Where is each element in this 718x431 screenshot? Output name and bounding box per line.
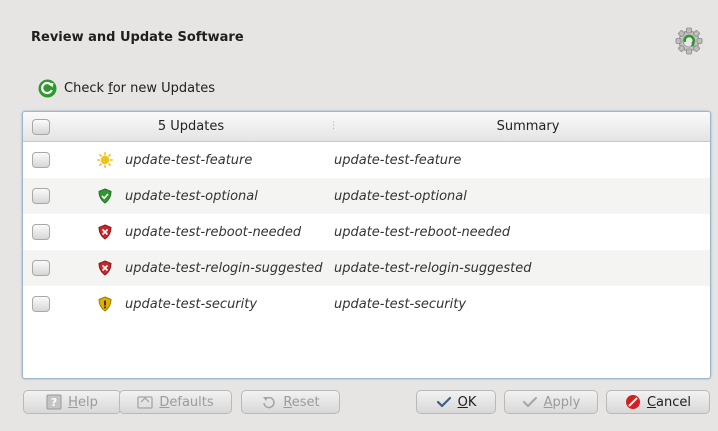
updates-table: 5 Updates ⋮ Summary update-test-feature u…: [22, 111, 711, 379]
update-summary: update-test-feature: [334, 152, 462, 168]
column-header-summary[interactable]: Summary: [353, 119, 703, 134]
table-row[interactable]: update-test-relogin-suggested update-test…: [23, 250, 710, 286]
row-checkbox[interactable]: [32, 152, 50, 168]
update-name: update-test-relogin-suggested: [125, 260, 323, 276]
feature-icon: [97, 152, 113, 168]
defaults-button[interactable]: Defaults: [119, 390, 232, 414]
critical-shield-icon: [97, 224, 113, 240]
update-summary: update-test-optional: [334, 188, 467, 204]
table-header: 5 Updates ⋮ Summary: [23, 112, 710, 142]
checkmark-icon: [436, 396, 451, 408]
update-name: update-test-feature: [125, 152, 253, 168]
table-row[interactable]: update-test-feature update-test-feature: [23, 142, 710, 178]
update-summary: update-test-security: [334, 296, 467, 312]
settings-gear-icon[interactable]: [675, 27, 703, 55]
ok-button[interactable]: OK: [416, 390, 496, 414]
column-separator[interactable]: ⋮: [329, 121, 338, 135]
checkmark-icon: [522, 397, 537, 407]
help-button[interactable]: ? Help: [23, 390, 121, 414]
update-name: update-test-security: [125, 296, 258, 312]
reset-icon: [263, 396, 275, 409]
cancel-button[interactable]: Cancel: [606, 390, 710, 414]
help-icon: ?: [46, 394, 62, 410]
row-checkbox[interactable]: [32, 224, 50, 240]
column-header-updates[interactable]: 5 Updates: [59, 119, 323, 134]
row-checkbox[interactable]: [32, 296, 50, 312]
update-summary: update-test-relogin-suggested: [334, 260, 532, 276]
update-summary: update-test-reboot-needed: [334, 224, 511, 240]
svg-text:?: ?: [51, 396, 57, 409]
refresh-icon: [38, 79, 57, 97]
table-row[interactable]: update-test-security update-test-security: [23, 286, 710, 322]
check-for-updates-button[interactable]: Check for new Updates: [38, 78, 215, 98]
table-body: update-test-feature update-test-feature up…: [23, 142, 710, 322]
cancel-icon: [625, 395, 640, 409]
row-checkbox[interactable]: [32, 260, 50, 276]
table-row[interactable]: update-test-reboot-needed update-test-reb…: [23, 214, 710, 250]
optional-shield-icon: [97, 188, 113, 204]
apply-button[interactable]: Apply: [504, 390, 598, 414]
defaults-icon: [137, 396, 154, 409]
reset-button[interactable]: Reset: [241, 390, 340, 414]
critical-shield-icon: [97, 260, 113, 276]
update-name: update-test-optional: [125, 188, 258, 204]
row-checkbox[interactable]: [32, 188, 50, 204]
update-name: update-test-reboot-needed: [125, 224, 302, 240]
table-row[interactable]: update-test-optional update-test-optional: [23, 178, 710, 214]
dialog-title: Review and Update Software: [31, 30, 244, 45]
select-all-checkbox[interactable]: [32, 118, 50, 135]
check-for-updates-label: Check for new Updates: [64, 80, 215, 96]
security-shield-icon: [97, 296, 113, 312]
